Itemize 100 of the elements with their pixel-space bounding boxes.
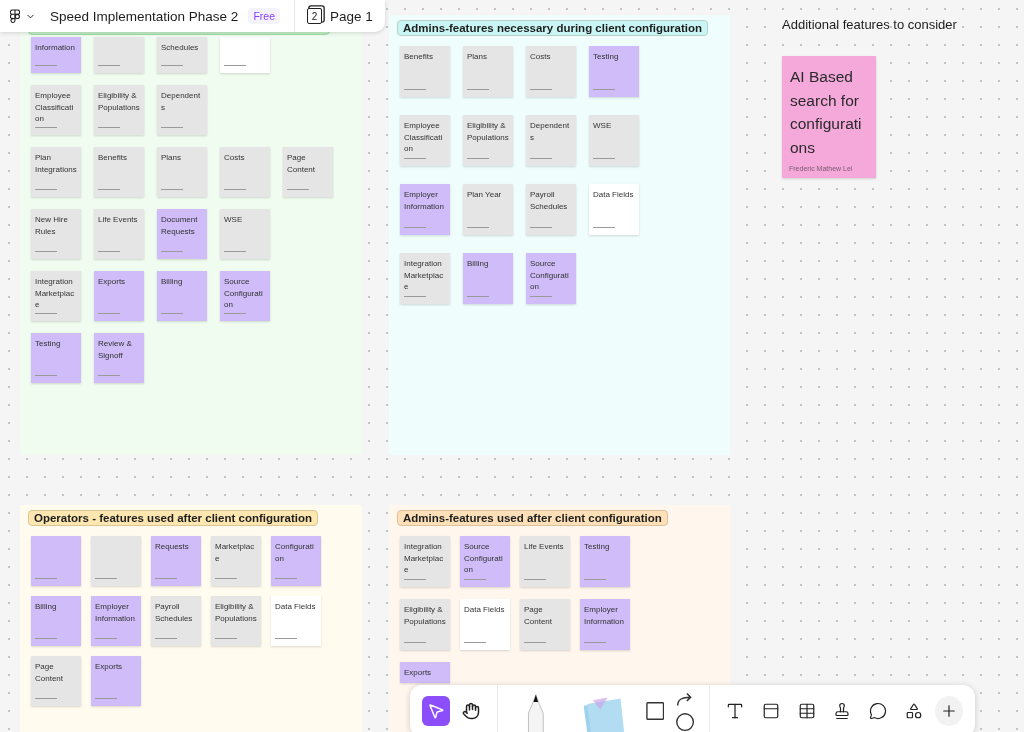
sticky-note[interactable]: Benefits: [94, 147, 144, 197]
sticky-note[interactable]: Payroll Schedules: [526, 184, 576, 235]
sticky-note[interactable]: Plans: [157, 147, 207, 197]
sticky-note[interactable]: Employee Classification: [31, 85, 81, 135]
sticky-note[interactable]: Testing: [580, 536, 630, 587]
sticky-note[interactable]: Exports: [94, 271, 144, 321]
sticky-note[interactable]: Exports: [91, 656, 141, 706]
sticky-note[interactable]: Data Fields: [271, 596, 321, 646]
section-title: Admins-features necessary during client configuration: [397, 20, 709, 36]
sticky-text: Integration Marketplace: [404, 258, 445, 293]
page-name[interactable]: Page 1: [329, 8, 373, 24]
sticky-note[interactable]: Dependents: [157, 85, 207, 135]
sticky-note[interactable]: Source Configuration: [526, 253, 576, 304]
sticky-note[interactable]: Billing: [31, 596, 81, 646]
sticky-note[interactable]: Life Events: [94, 209, 144, 259]
sticky-note[interactable]: Dependents: [526, 115, 576, 166]
sticky-text: Dependents: [530, 120, 571, 144]
sticky-note[interactable]: New Hire Rules: [31, 209, 81, 259]
sticky-text: Benefits: [404, 51, 434, 63]
signature-mark: [467, 227, 489, 228]
sticky-note[interactable]: Data Fields: [589, 184, 639, 235]
sticky-note[interactable]: Employer Information: [580, 599, 630, 650]
sticky-note[interactable]: Testing: [31, 333, 81, 383]
signature-mark: [161, 189, 183, 190]
sticky-note[interactable]: Costs: [220, 147, 270, 197]
sticky-note[interactable]: Information: [31, 37, 81, 73]
sticky-text: Integration Marketplace: [404, 541, 445, 576]
sticky-note[interactable]: Source Configuration: [460, 536, 510, 587]
sticky-note[interactable]: Document Requests: [157, 209, 207, 259]
sticky-note[interactable]: Plans: [463, 46, 513, 97]
sticky-note[interactable]: Benefits: [400, 46, 450, 97]
sticky-text: Data Fields: [464, 604, 506, 616]
signature-mark: [35, 127, 57, 128]
signature-mark: [467, 296, 489, 297]
logo-icon[interactable]: [10, 8, 20, 24]
sticky-note[interactable]: Eligibility & Populations: [400, 599, 450, 650]
square-icon[interactable]: [645, 701, 665, 721]
sticky-note[interactable]: Employee Classification: [400, 115, 450, 166]
sticky-text: Life Events: [98, 214, 139, 226]
signature-mark: [593, 227, 615, 228]
sticky-text: Review & Signoff: [98, 338, 133, 362]
sticky-note[interactable]: Data Fields: [460, 599, 510, 650]
sticky-text: Employer Information: [404, 189, 446, 213]
sticky-note[interactable]: Testing: [589, 46, 639, 97]
sticky-note[interactable]: Configuration: [271, 536, 321, 586]
sticky-note[interactable]: Page Content: [520, 599, 570, 650]
pointer-tool[interactable]: [422, 696, 450, 726]
sticky-text: Eligibility & Populations: [467, 120, 509, 144]
sticky-note[interactable]: Page Content: [283, 147, 333, 197]
sticky-note[interactable]: Requests: [151, 536, 201, 586]
sticky-note[interactable]: WSE: [589, 115, 639, 166]
signature-mark: [593, 158, 615, 159]
sticky-note[interactable]: Source Configuration: [220, 271, 270, 321]
sticky-note[interactable]: Eligibility & Populations: [211, 596, 261, 646]
sticky-text: Employee Classification: [35, 90, 75, 125]
signature-mark: [155, 578, 177, 579]
sticky-note[interactable]: Billing: [157, 271, 207, 321]
signature-mark: [530, 89, 552, 90]
signature-mark: [215, 578, 237, 579]
sticky-note[interactable]: Page Content: [31, 656, 81, 706]
sticky-note[interactable]: Review & Signoff: [94, 333, 144, 383]
page-count-icon[interactable]: 2: [306, 8, 322, 24]
plan-badge: Free: [248, 8, 280, 24]
sticky-note[interactable]: Integration Marketplace: [400, 536, 450, 587]
sticky-note[interactable]: Life Events: [520, 536, 570, 587]
sticky-note[interactable]: Eligibility & Populations: [463, 115, 513, 166]
signature-mark: [95, 698, 117, 699]
sticky-text: Eligibility & Populations: [404, 604, 446, 628]
sticky-text: Dependents: [161, 90, 202, 114]
section-icon: [761, 702, 780, 720]
add-button[interactable]: [935, 696, 964, 726]
signature-mark: [275, 578, 297, 579]
file-title[interactable]: Speed Implementation Phase 2: [50, 8, 239, 24]
sticky-text: Source Configuration: [464, 541, 504, 576]
shapes-icon: [904, 702, 923, 720]
sticky-note[interactable]: Payroll Schedules: [151, 596, 201, 646]
signature-mark: [464, 579, 486, 580]
signature-mark: [404, 89, 426, 90]
sticky-note[interactable]: Employer Information: [400, 184, 450, 235]
signature-mark: [35, 578, 57, 579]
signature-mark: [524, 579, 546, 580]
sticky-note[interactable]: Marketplace: [211, 536, 261, 586]
sticky-note[interactable]: Plan Integrations: [31, 147, 81, 197]
signature-mark: [467, 89, 489, 90]
signature-mark: [524, 642, 546, 643]
sticky-note[interactable]: Schedules: [157, 37, 207, 73]
signature-mark: [35, 375, 57, 376]
signature-mark: [98, 65, 120, 66]
sticky-text: WSE: [224, 214, 244, 226]
sticky-note[interactable]: Employer Information: [91, 596, 141, 646]
sticky-note[interactable]: Eligibility & Populations: [94, 85, 144, 135]
sticky-note[interactable]: Exports: [400, 662, 450, 683]
sticky-note[interactable]: Plan Year: [463, 184, 513, 235]
sticky-text: Plan Integrations: [35, 152, 77, 176]
sticky-note[interactable]: Billing: [463, 253, 513, 304]
sticky-note[interactable]: Integration Marketplace: [400, 253, 450, 304]
sticky-note[interactable]: Costs: [526, 46, 576, 97]
sticky-text: Marketplace: [215, 541, 256, 565]
sticky-note[interactable]: WSE: [220, 209, 270, 259]
sticky-note[interactable]: Integration Marketplace: [31, 271, 81, 321]
